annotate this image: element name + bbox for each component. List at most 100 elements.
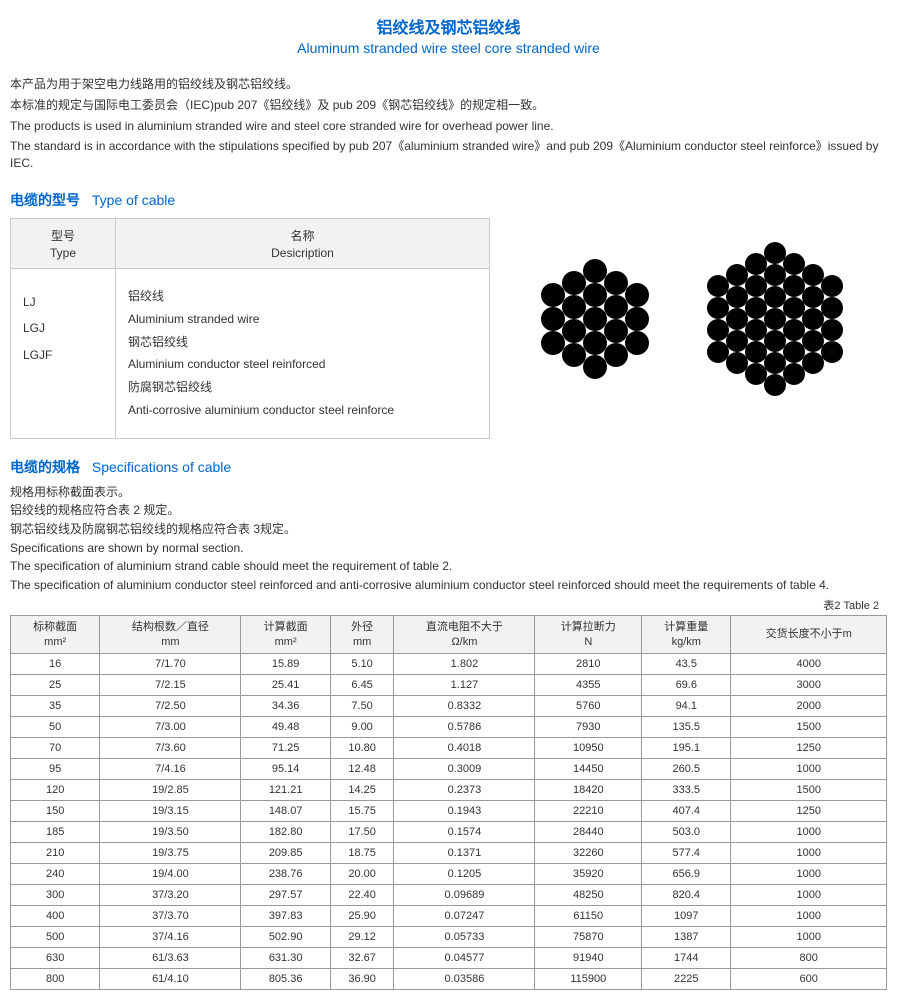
table-cell: 61/4.10: [100, 968, 241, 989]
table-cell: 22.40: [330, 884, 394, 905]
table-cell: 19/3.50: [100, 821, 241, 842]
table-cell: 0.05733: [394, 926, 535, 947]
table-cell: 820.4: [642, 884, 731, 905]
table-cell: 43.5: [642, 653, 731, 674]
spec-table: 标称截面mm²结构根数／直径mm计算截面mm²外径mm直流电阻不大于Ω/km计算…: [10, 615, 887, 990]
spec-col-header: 直流电阻不大于Ω/km: [394, 616, 535, 654]
table-cell: 297.57: [241, 884, 330, 905]
table-cell: 75870: [535, 926, 642, 947]
spec-col-header: 计算拉断力N: [535, 616, 642, 654]
table-label: 表2 Table 2: [10, 597, 879, 613]
table-cell: 7/3.60: [100, 737, 241, 758]
table-row: 24019/4.00238.7620.000.120535920656.9100…: [11, 863, 887, 884]
table-cell: 115900: [535, 968, 642, 989]
table-cell: 0.09689: [394, 884, 535, 905]
table-cell: 36.90: [330, 968, 394, 989]
spec-intro-line: The specification of aluminium conductor…: [10, 578, 887, 594]
type-table: 型号 Type 名称 Desicription LJ LGJ LGJF 铝绞线 …: [10, 218, 490, 439]
wire-cross-section-icon: [520, 244, 670, 394]
table-row: 12019/2.85121.2114.250.237318420333.5150…: [11, 779, 887, 800]
type-desc: Aluminium conductor steel reinforced: [128, 353, 477, 376]
table-cell: 148.07: [241, 800, 330, 821]
table-cell: 2810: [535, 653, 642, 674]
table-cell: 49.48: [241, 716, 330, 737]
type-desc: 防腐钢芯铝绞线: [128, 376, 477, 399]
table-cell: 1000: [731, 842, 887, 863]
spec-heading: 电缆的规格 Specifications of cable: [10, 457, 887, 477]
type-col-en: Type: [23, 246, 103, 260]
table-cell: 7/2.50: [100, 695, 241, 716]
type-code: LJ: [23, 289, 103, 315]
table-cell: 1387: [642, 926, 731, 947]
table-cell: 121.21: [241, 779, 330, 800]
table-cell: 407.4: [642, 800, 731, 821]
table-cell: 1250: [731, 737, 887, 758]
table-cell: 19/2.85: [100, 779, 241, 800]
table-cell: 400: [11, 905, 100, 926]
table-cell: 32.67: [330, 947, 394, 968]
spec-heading-cn: 电缆的规格: [10, 459, 80, 475]
table-cell: 4000: [731, 653, 887, 674]
table-cell: 0.07247: [394, 905, 535, 926]
table-cell: 1000: [731, 758, 887, 779]
table-cell: 37/3.20: [100, 884, 241, 905]
table-cell: 7/1.70: [100, 653, 241, 674]
intro-line: The products is used in aluminium strand…: [10, 118, 887, 135]
table-cell: 195.1: [642, 737, 731, 758]
table-cell: 3000: [731, 674, 887, 695]
table-cell: 19/3.15: [100, 800, 241, 821]
table-cell: 0.3009: [394, 758, 535, 779]
table-cell: 35: [11, 695, 100, 716]
table-cell: 22210: [535, 800, 642, 821]
table-cell: 4355: [535, 674, 642, 695]
table-cell: 20.00: [330, 863, 394, 884]
table-row: 707/3.6071.2510.800.401810950195.11250: [11, 737, 887, 758]
page-title-cn: 铝绞线及钢芯铝绞线: [10, 14, 887, 38]
table-cell: 2225: [642, 968, 731, 989]
table-cell: 502.90: [241, 926, 330, 947]
table-cell: 37/4.16: [100, 926, 241, 947]
table-cell: 18.75: [330, 842, 394, 863]
spec-col-header: 计算截面mm²: [241, 616, 330, 654]
table-cell: 25.41: [241, 674, 330, 695]
table-cell: 0.03586: [394, 968, 535, 989]
table-cell: 800: [731, 947, 887, 968]
table-cell: 61150: [535, 905, 642, 926]
table-row: 80061/4.10805.3636.900.03586115900222560…: [11, 968, 887, 989]
table-row: 50037/4.16502.9029.120.05733758701387100…: [11, 926, 887, 947]
table-cell: 1250: [731, 800, 887, 821]
table-cell: 91940: [535, 947, 642, 968]
table-cell: 15.75: [330, 800, 394, 821]
intro-line: 本标准的规定与国际电工委员会（IEC)pub 207《铝绞线》及 pub 209…: [10, 97, 887, 114]
table-row: 63061/3.63631.3032.670.04577919401744800: [11, 947, 887, 968]
spec-col-header: 交货长度不小于m: [731, 616, 887, 654]
table-row: 507/3.0049.489.000.57867930135.51500: [11, 716, 887, 737]
table-cell: 1000: [731, 863, 887, 884]
spec-intro-line: Specifications are shown by normal secti…: [10, 541, 887, 557]
table-cell: 240: [11, 863, 100, 884]
table-cell: 0.1943: [394, 800, 535, 821]
table-cell: 50: [11, 716, 100, 737]
table-cell: 397.83: [241, 905, 330, 926]
table-cell: 182.80: [241, 821, 330, 842]
spec-intro-block: 规格用标称截面表示。 铝绞线的规格应符合表 2 规定。 钢芯铝绞线及防腐钢芯铝绞…: [10, 485, 887, 594]
table-row: 257/2.1525.416.451.127435569.63000: [11, 674, 887, 695]
table-cell: 1000: [731, 905, 887, 926]
table-row: 30037/3.20297.5722.400.0968948250820.410…: [11, 884, 887, 905]
table-cell: 185: [11, 821, 100, 842]
table-cell: 0.1205: [394, 863, 535, 884]
table-cell: 35920: [535, 863, 642, 884]
table-cell: 7/2.15: [100, 674, 241, 695]
table-cell: 0.4018: [394, 737, 535, 758]
type-heading-cn: 电缆的型号: [10, 192, 80, 208]
table-cell: 800: [11, 968, 100, 989]
table-cell: 0.2373: [394, 779, 535, 800]
spec-col-header: 结构根数／直径mm: [100, 616, 241, 654]
spec-col-header: 外径mm: [330, 616, 394, 654]
table-cell: 17.50: [330, 821, 394, 842]
table-cell: 0.5786: [394, 716, 535, 737]
intro-block: 本产品为用于架空电力线路用的铝绞线及钢芯铝绞线。 本标准的规定与国际电工委员会（…: [10, 76, 887, 172]
table-cell: 1.802: [394, 653, 535, 674]
type-code: LGJF: [23, 342, 103, 368]
table-cell: 600: [731, 968, 887, 989]
